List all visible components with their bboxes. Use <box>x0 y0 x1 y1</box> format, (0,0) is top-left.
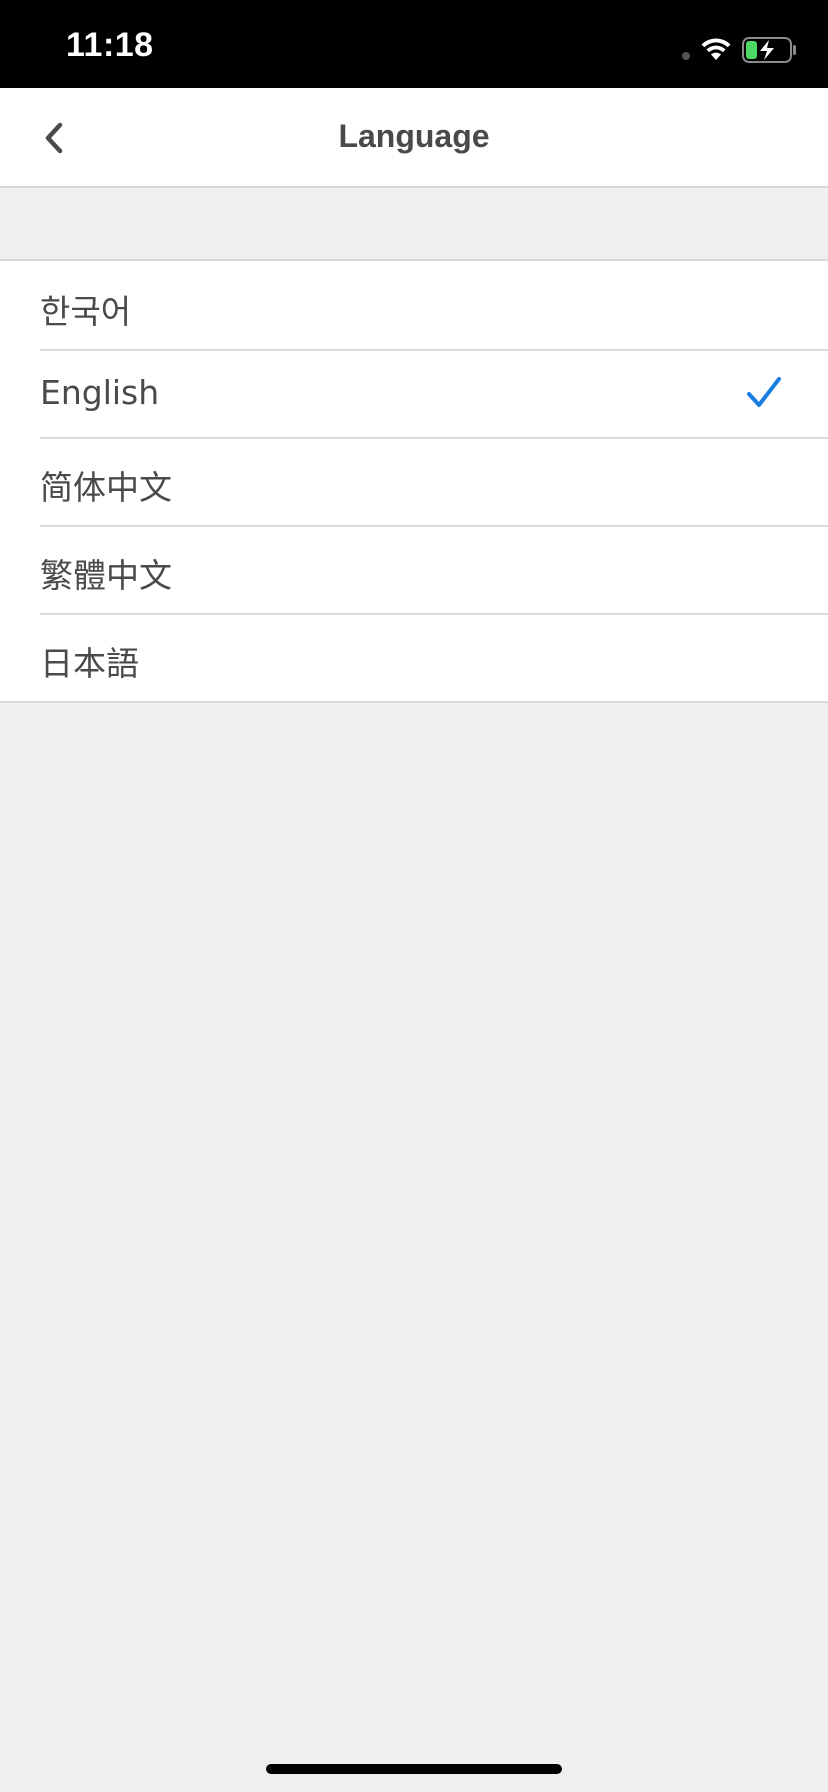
navigation-bar: Language <box>0 88 828 188</box>
wifi-icon <box>701 38 731 60</box>
status-bar: 11:18 <box>0 0 828 88</box>
language-label: English <box>40 373 160 412</box>
page-title: Language <box>338 118 490 154</box>
signal-dot-icon <box>682 52 690 60</box>
language-item-korean[interactable]: 한국어 <box>0 261 828 349</box>
language-label: 한국어 <box>40 292 132 331</box>
checkmark-icon <box>747 377 781 407</box>
language-label: 日本語 <box>40 644 139 683</box>
status-time: 11:18 <box>66 26 154 64</box>
language-list: 한국어 English 简体中文 繁體中文 日本語 <box>0 259 828 703</box>
language-label: 简体中文 <box>40 468 172 507</box>
language-label: 繁體中文 <box>40 556 172 595</box>
language-item-simplified-chinese[interactable]: 简体中文 <box>0 437 828 525</box>
home-indicator[interactable] <box>266 1764 562 1774</box>
language-item-japanese[interactable]: 日本語 <box>0 613 828 701</box>
battery-charging-icon <box>742 37 796 63</box>
language-item-english[interactable]: English <box>0 349 828 437</box>
language-item-traditional-chinese[interactable]: 繁體中文 <box>0 525 828 613</box>
